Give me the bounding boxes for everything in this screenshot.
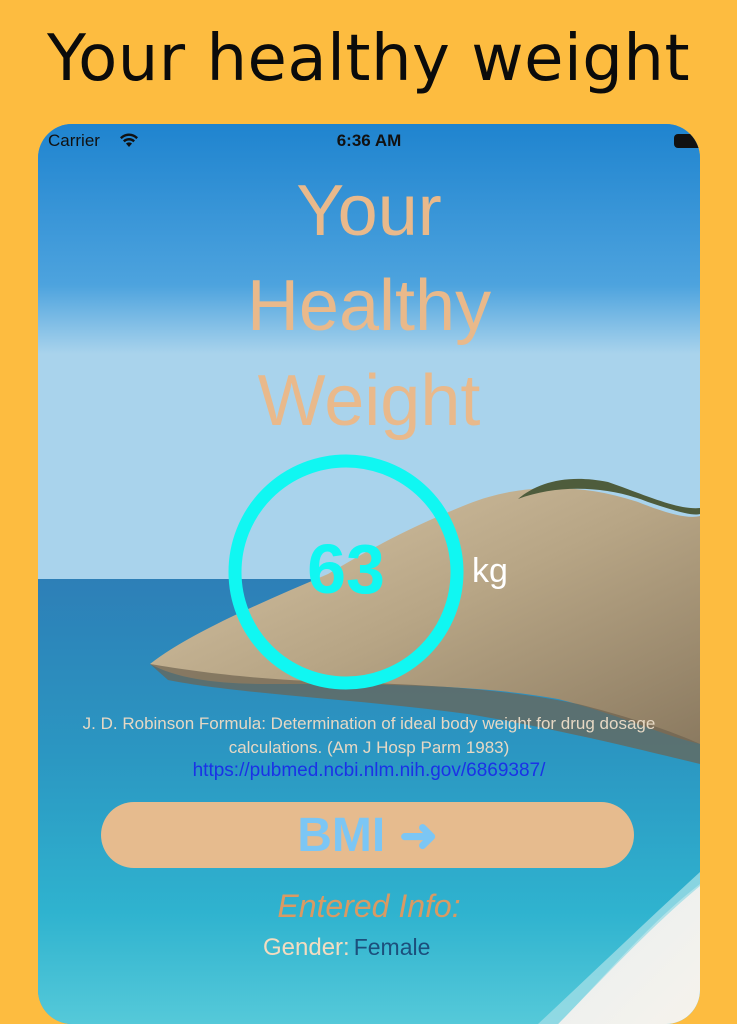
app-title-line: Weight	[257, 361, 481, 441]
healthy-weight-value: 63	[307, 530, 385, 608]
promo-headline: Your healthy weight	[46, 22, 691, 96]
status-time: 6:36 AM	[336, 131, 402, 150]
status-bar: Carrier 6:36 AM	[38, 124, 700, 158]
bmi-button[interactable]: BMI ➜	[101, 802, 634, 868]
gender-label: Gender:	[263, 934, 350, 961]
phone-screen: Carrier 6:36 AM Your Healthy Weight 63 k…	[38, 124, 700, 1024]
entered-info-heading: Entered Info:	[277, 888, 461, 924]
weight-unit: kg	[472, 552, 508, 590]
source-link[interactable]: https://pubmed.ncbi.nlm.nih.gov/6869387/	[38, 760, 700, 782]
app-title: Your Healthy Weight	[38, 164, 700, 449]
app-title-line: Your	[296, 171, 442, 251]
bmi-button-label: BMI	[297, 808, 386, 862]
battery-icon	[674, 134, 700, 148]
formula-citation: J. D. Robinson Formula: Determination of…	[82, 714, 656, 757]
gender-value: Female	[353, 934, 431, 960]
arrow-right-icon: ➜	[399, 809, 438, 861]
gender-row: Gender: Female	[263, 934, 430, 962]
app-title-line: Healthy	[246, 266, 492, 346]
